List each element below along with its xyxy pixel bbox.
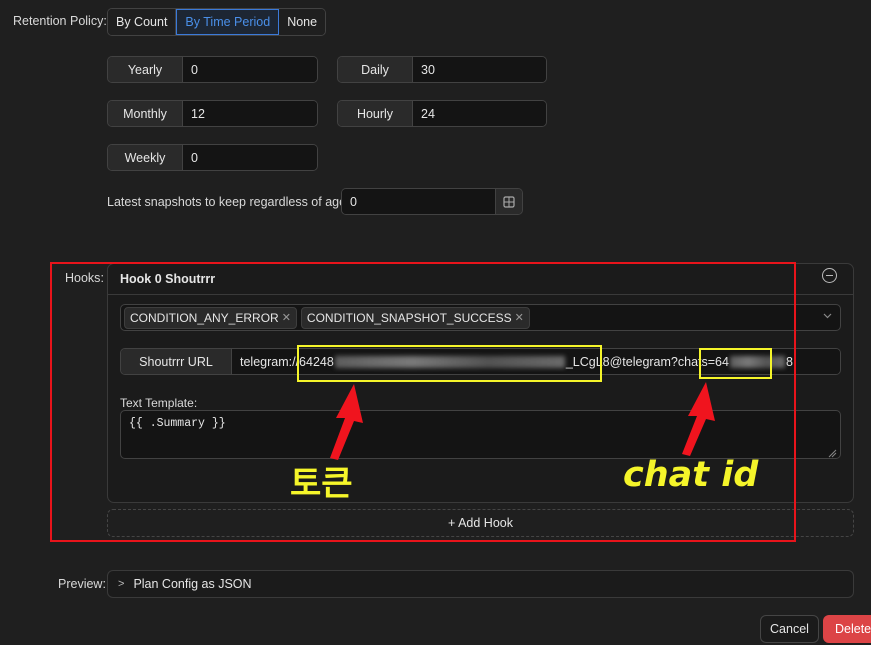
calculator-icon[interactable] (495, 189, 522, 214)
weekly-label: Weekly (108, 145, 183, 170)
option-none[interactable]: None (279, 9, 326, 35)
chevron-down-icon[interactable] (822, 310, 833, 324)
retention-policy-label: Retention Policy: (13, 14, 107, 28)
token-highlight-box (297, 345, 602, 382)
resize-handle-icon[interactable] (827, 446, 837, 461)
yearly-field: Yearly 0 (107, 56, 318, 83)
option-by-count[interactable]: By Count (108, 9, 177, 35)
chevron-right-icon: > (118, 578, 125, 590)
monthly-input[interactable]: 12 (183, 101, 317, 126)
yearly-input[interactable]: 0 (183, 57, 317, 82)
monthly-field: Monthly 12 (107, 100, 318, 127)
chat-id-caption: chat id (623, 455, 759, 495)
cancel-button[interactable]: Cancel (760, 615, 819, 643)
latest-snapshots-input[interactable]: 0 (342, 189, 495, 214)
delete-button[interactable]: Delete (823, 615, 871, 643)
hourly-label: Hourly (338, 101, 413, 126)
weekly-input[interactable]: 0 (183, 145, 317, 170)
remove-hook-icon[interactable] (822, 268, 837, 283)
weekly-field: Weekly 0 (107, 144, 318, 171)
hourly-input[interactable]: 24 (413, 101, 546, 126)
arrow-up-icon (330, 384, 363, 460)
retention-policy-segmented: By Count By Time Period None (107, 8, 327, 36)
plan-config-collapse[interactable]: > Plan Config as JSON (107, 570, 854, 598)
option-by-time-period[interactable]: By Time Period (176, 9, 280, 35)
monthly-label: Monthly (108, 101, 183, 126)
plan-config-toggle-label: Plan Config as JSON (133, 577, 252, 591)
latest-snapshots-label: Latest snapshots to keep regardless of a… (107, 195, 350, 209)
hourly-field: Hourly 24 (337, 100, 547, 127)
yearly-label: Yearly (108, 57, 183, 82)
arrow-up-icon (682, 382, 715, 456)
latest-snapshots-field: 0 (341, 188, 523, 215)
preview-label: Preview: (58, 577, 106, 591)
daily-label: Daily (338, 57, 413, 82)
token-caption: 토큰 (290, 464, 353, 504)
chat-id-highlight-box (699, 348, 772, 379)
daily-input[interactable]: 30 (413, 57, 546, 82)
daily-field: Daily 30 (337, 56, 547, 83)
